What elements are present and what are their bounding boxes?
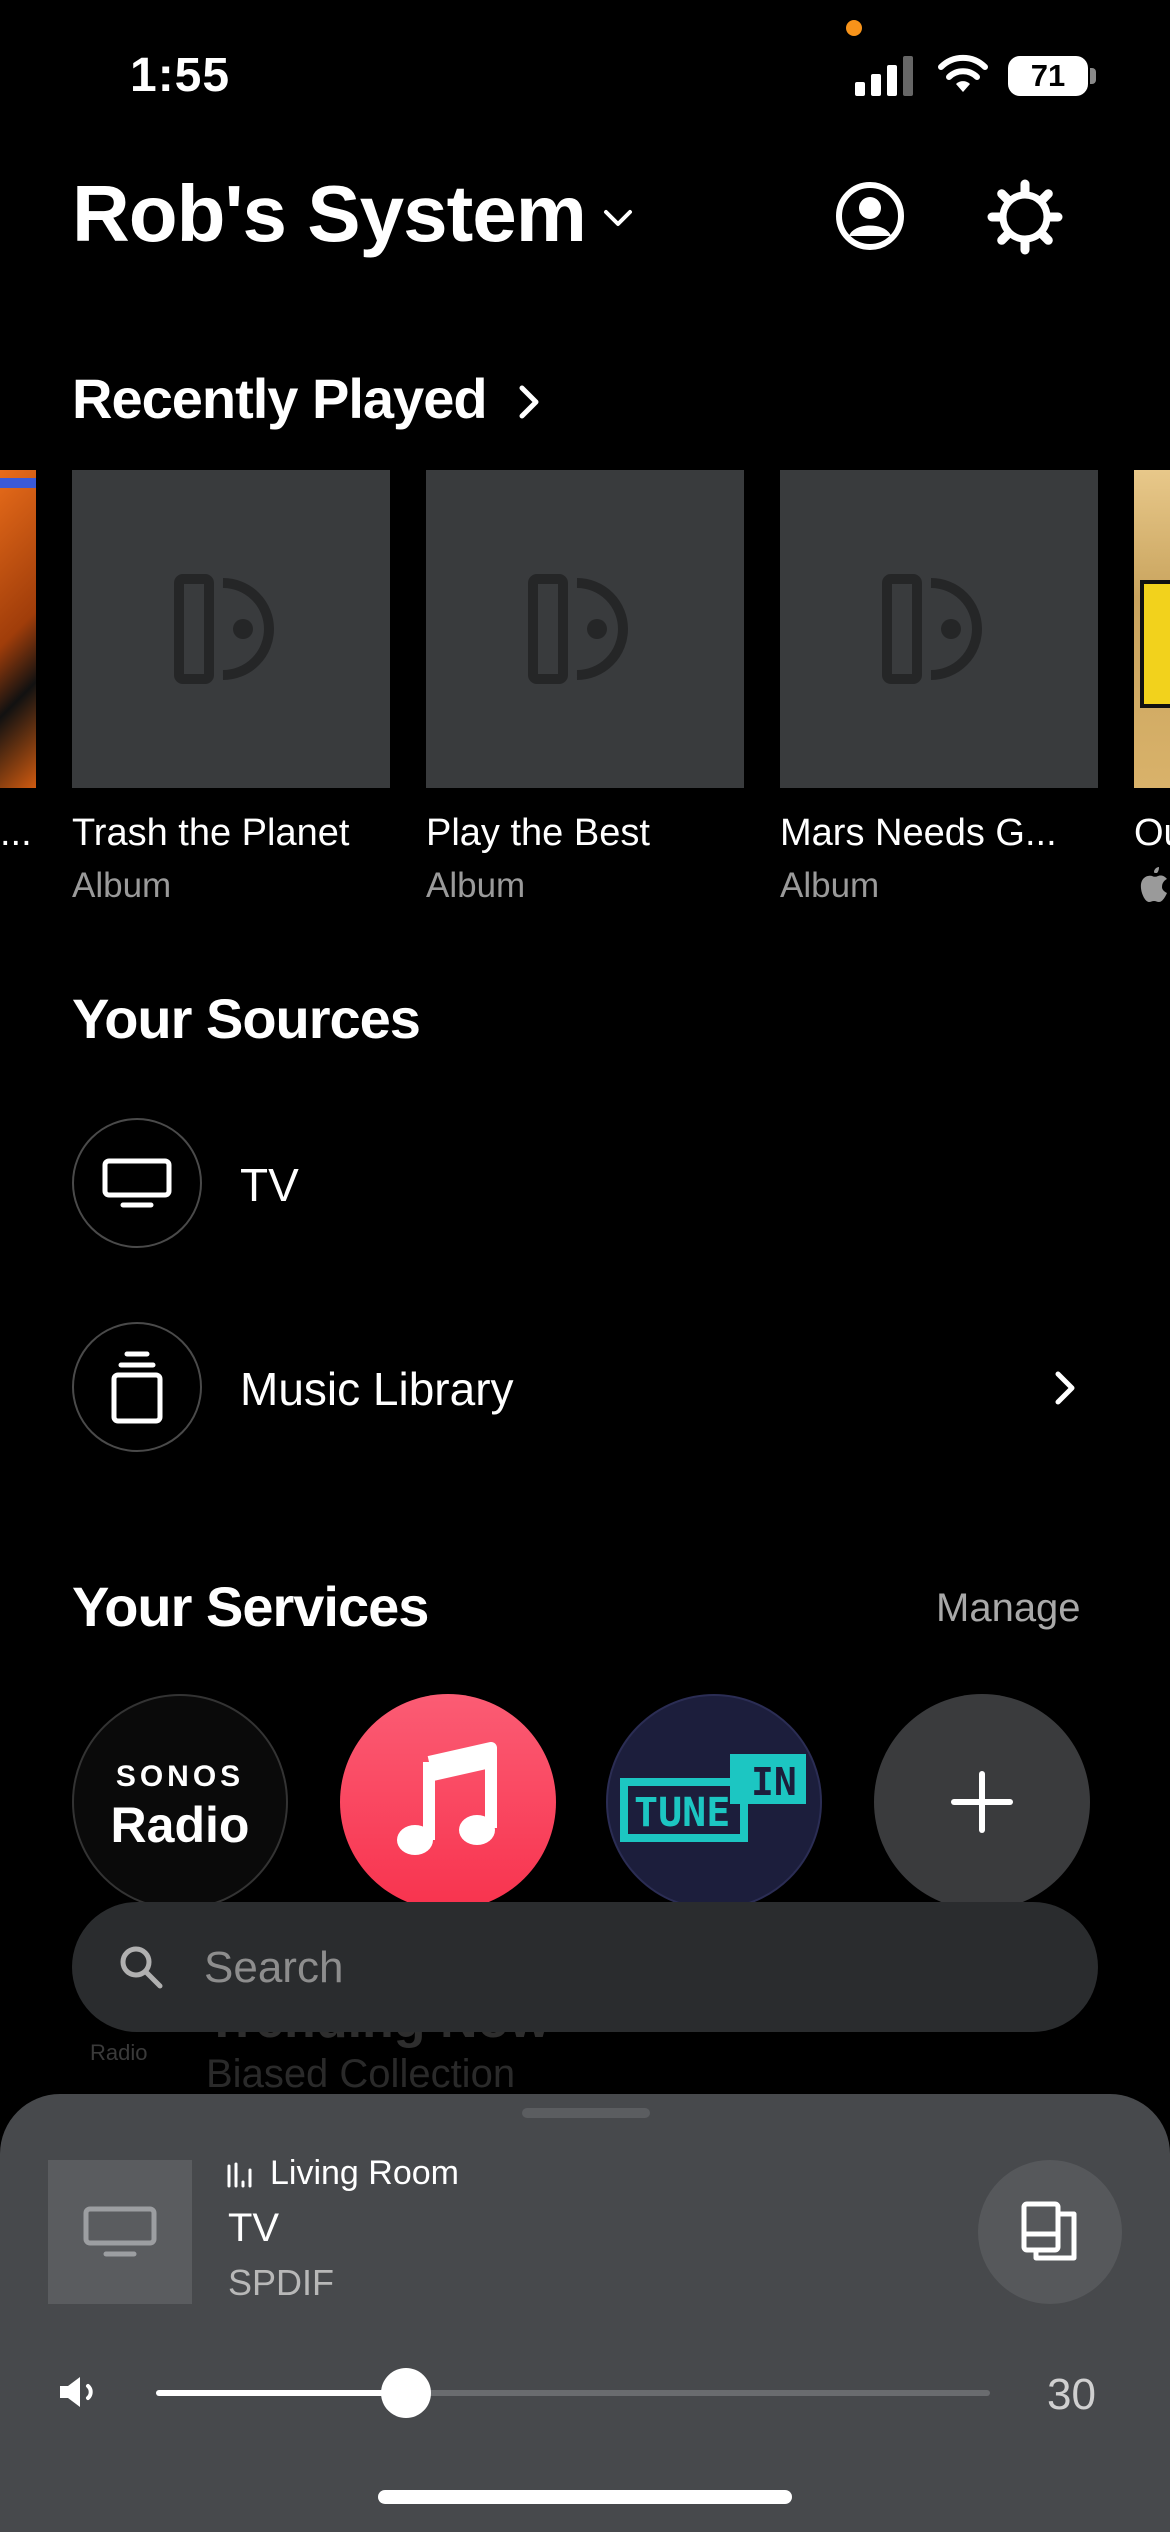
music-note-icon xyxy=(397,1742,497,1855)
album-title-partial-left: ... xyxy=(0,812,32,854)
tv-source-icon-circle[interactable] xyxy=(72,1118,202,1248)
music-library-icon-circle[interactable] xyxy=(72,1322,202,1452)
album-title: Play the Best xyxy=(426,812,650,854)
sheet-grabber-handle[interactable] xyxy=(522,2108,650,2118)
apple-music-service[interactable] xyxy=(340,1694,556,1910)
album-placeholder-art[interactable] xyxy=(780,470,1098,788)
volume-slider-track[interactable] xyxy=(156,2390,990,2396)
battery-nub xyxy=(1090,68,1096,84)
speaker-group-icon xyxy=(1021,2201,1077,2261)
chevron-right-icon[interactable] xyxy=(514,380,544,424)
volume-slider-thumb[interactable] xyxy=(381,2368,432,2418)
sonos-radio-service[interactable]: SONOS Radio xyxy=(72,1694,288,1910)
group-speakers-button[interactable] xyxy=(978,2160,1122,2304)
gear-icon[interactable] xyxy=(986,178,1064,256)
system-title[interactable]: Rob's System xyxy=(72,168,587,260)
equalizer-icon xyxy=(227,2162,252,2188)
album-art-partial-left[interactable] xyxy=(0,470,36,788)
account-icon[interactable] xyxy=(834,180,906,252)
album-art-partial-right[interactable] xyxy=(1134,470,1170,788)
radio-label-obscured: Radio xyxy=(90,2040,148,2065)
sonos-radio-logo-line1: SONOS xyxy=(115,1760,245,1793)
album-placeholder-art[interactable] xyxy=(72,470,390,788)
tunein-logo-text-in: IN xyxy=(751,1760,797,1804)
your-sources-title: Your Sources xyxy=(72,987,421,1050)
now-playing-room: Living Room xyxy=(270,2154,459,2192)
now-playing-art[interactable] xyxy=(48,2160,192,2304)
tv-icon xyxy=(102,1158,172,1208)
sonos-placeholder-icon xyxy=(174,574,274,684)
search-input[interactable] xyxy=(202,1902,1066,2034)
album-title: Trash the Planet xyxy=(72,812,350,854)
biased-collection-obscured: Biased Collection xyxy=(206,2052,516,2096)
apple-logo-icon xyxy=(1140,867,1167,902)
tunein-service[interactable]: IN TUNE xyxy=(606,1694,822,1910)
volume-slider-fill xyxy=(156,2390,407,2396)
music-library-icon xyxy=(111,1351,163,1424)
album-subtitle: Album xyxy=(780,866,880,905)
source-label-music-library[interactable]: Music Library xyxy=(240,1362,514,1416)
home-indicator[interactable] xyxy=(378,2490,792,2504)
chevron-right-icon[interactable] xyxy=(1050,1366,1080,1410)
recently-played-title[interactable]: Recently Played xyxy=(72,366,488,431)
privacy-indicator-dot xyxy=(846,20,862,36)
search-bar[interactable] xyxy=(72,1902,1098,2034)
add-service-button[interactable] xyxy=(874,1694,1090,1910)
source-label-tv[interactable]: TV xyxy=(240,1158,299,1212)
sonos-radio-logo-line2: Radio xyxy=(110,1797,250,1853)
volume-icon[interactable] xyxy=(58,2374,100,2410)
chevron-down-icon[interactable] xyxy=(600,204,636,232)
album-title-partial-right: Ou xyxy=(1134,812,1170,854)
now-playing-title: TV xyxy=(228,2206,280,2250)
your-services-title: Your Services xyxy=(72,1575,429,1638)
status-time: 1:55 xyxy=(130,49,231,102)
tunein-logo-text-tune: TUNE xyxy=(634,1790,731,1836)
battery-icon: 71 xyxy=(1008,56,1088,96)
album-placeholder-art[interactable] xyxy=(426,470,744,788)
wifi-icon xyxy=(938,54,988,92)
battery-level: 71 xyxy=(1030,58,1066,93)
album-subtitle: Album xyxy=(72,866,172,905)
tv-icon xyxy=(83,2206,157,2257)
now-playing-subtitle: SPDIF xyxy=(228,2262,335,2303)
album-subtitle: Album xyxy=(426,866,526,905)
cellular-signal-icon xyxy=(855,52,913,96)
search-icon xyxy=(120,1946,163,1989)
sonos-placeholder-icon xyxy=(882,574,982,684)
manage-services-link[interactable]: Manage xyxy=(936,1586,1081,1631)
sonos-placeholder-icon xyxy=(528,574,628,684)
volume-value: 30 xyxy=(1047,2370,1096,2419)
album-title: Mars Needs G... xyxy=(780,812,1057,854)
plus-icon xyxy=(951,1771,1013,1833)
